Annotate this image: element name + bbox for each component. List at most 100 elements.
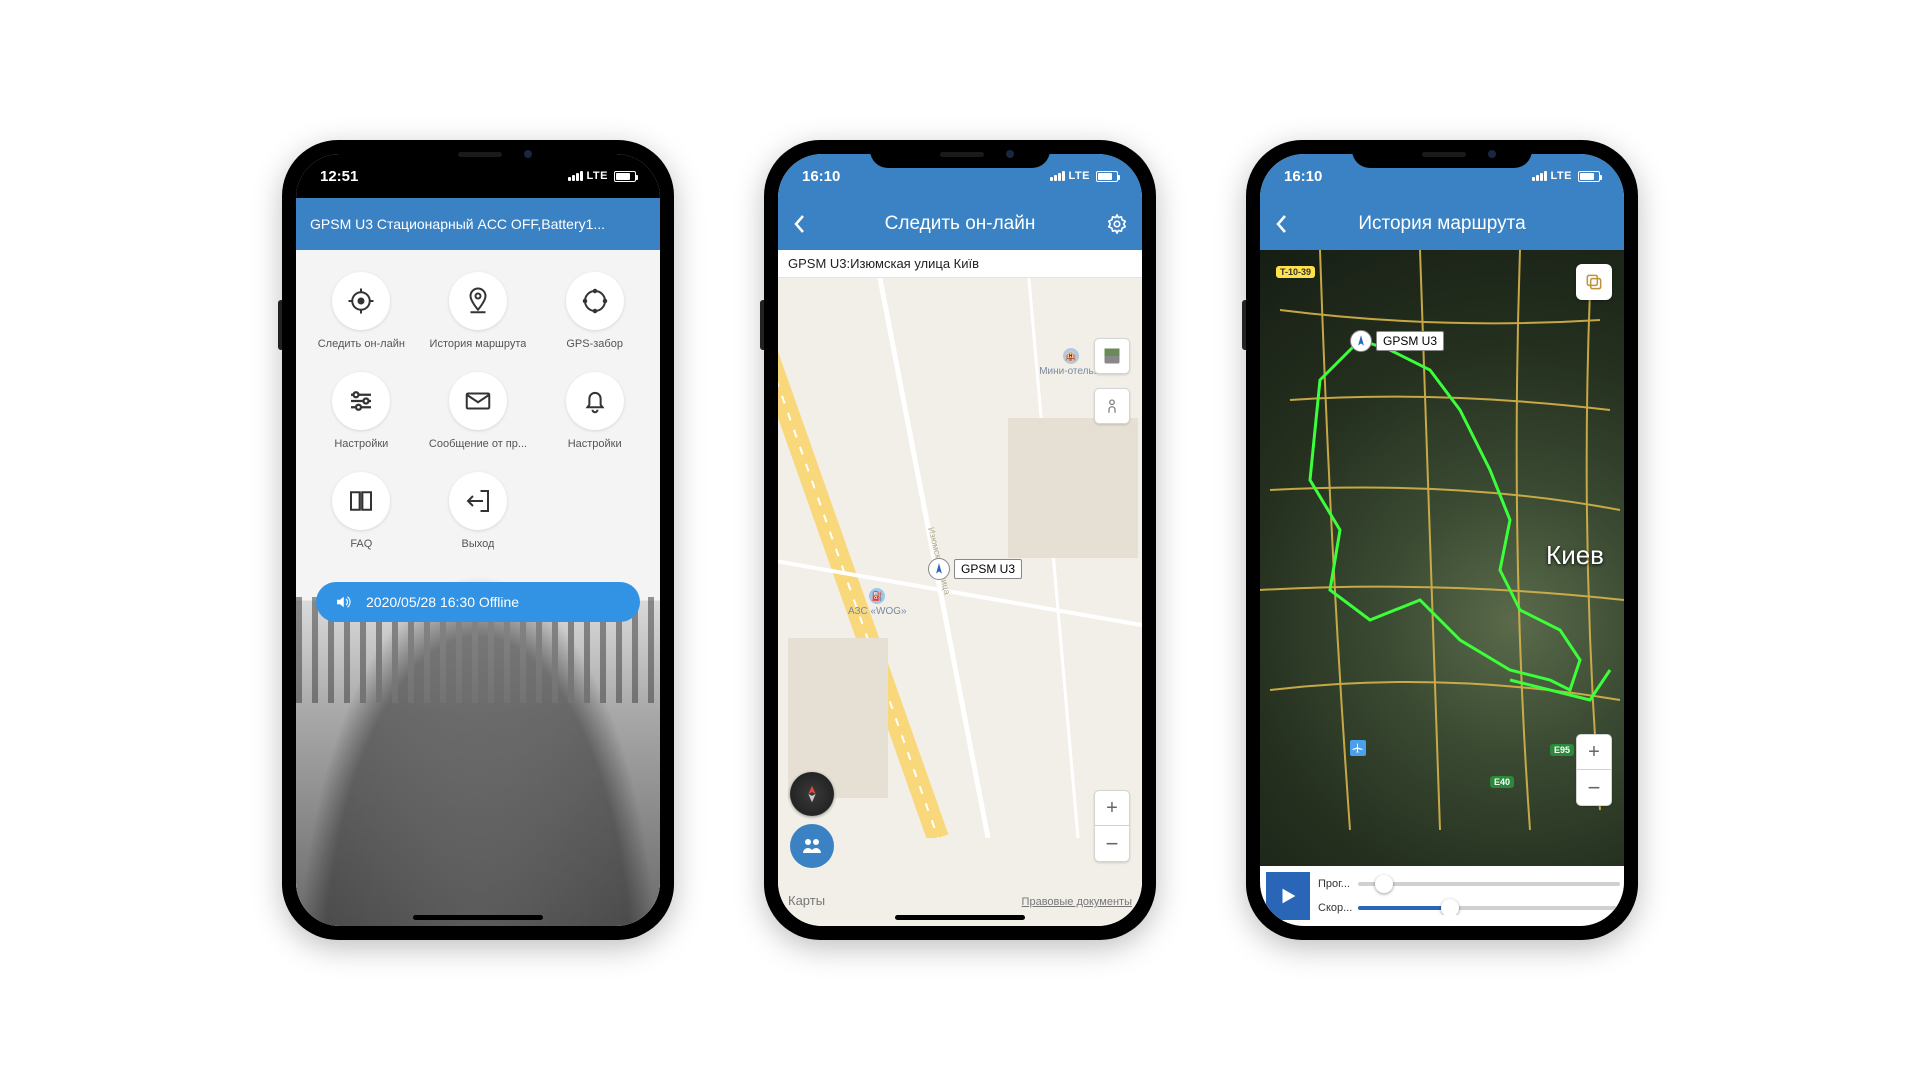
status-time: 12:51	[320, 168, 358, 185]
marker-label: GPSM U3	[1376, 331, 1444, 351]
hotel-pin-icon: 🏨	[1063, 348, 1079, 364]
zoom-out-button[interactable]: −	[1576, 770, 1612, 806]
app-header: Следить он-лайн	[778, 198, 1142, 250]
item-settings[interactable]: Настройки	[306, 372, 417, 450]
notch	[870, 140, 1050, 168]
map-layer-button[interactable]	[1094, 338, 1130, 374]
chevron-left-icon	[792, 214, 806, 234]
item-label: История маршрута	[430, 338, 527, 350]
item-messages[interactable]: Сообщение от пр...	[423, 372, 534, 450]
plus-icon: +	[1106, 797, 1118, 820]
address-bar: GPSM U3:Изюмская улица Київ	[778, 250, 1142, 278]
status-time: 16:10	[802, 168, 840, 185]
battery-icon	[1578, 171, 1600, 182]
minus-icon: −	[1588, 775, 1601, 801]
history-map-view[interactable]: T-10-39 E95 E40 Киев GPSM U3 + −	[1260, 250, 1624, 926]
map-view[interactable]: Изюмская улица 🏨 Мини-отель... ⛽ АЗС «WO…	[778, 278, 1142, 926]
plus-icon: +	[1588, 741, 1600, 764]
gas-pin-icon: ⛽	[869, 588, 885, 604]
status-right: LTE	[1532, 170, 1600, 182]
poi-gas[interactable]: ⛽ АЗС «WOG»	[848, 588, 907, 617]
page-title: История маршрута	[1358, 213, 1525, 235]
zoom-out-button[interactable]: −	[1094, 826, 1130, 862]
status-text: 2020/05/28 16:30 Offline	[366, 594, 519, 610]
route-track	[1310, 340, 1580, 690]
tracker-marker[interactable]: GPSM U3	[1350, 330, 1444, 352]
road-badge-t: T-10-39	[1276, 266, 1315, 278]
signal-icon	[1050, 171, 1065, 181]
phone-frame-dashboard: 12:51 LTE GPSM U3 Стационарный ACC OFF,B…	[282, 140, 674, 940]
home-indicator[interactable]	[413, 915, 543, 920]
status-net: LTE	[1069, 170, 1090, 182]
envelope-icon	[449, 372, 507, 430]
streetview-button[interactable]	[1094, 388, 1130, 424]
battery-icon	[1096, 171, 1118, 182]
back-button[interactable]	[792, 214, 806, 234]
road-badge-e95: E95	[1550, 744, 1574, 756]
header-title: GPSM U3 Стационарный ACC OFF,Battery1...	[310, 216, 605, 232]
bell-icon	[566, 372, 624, 430]
sound-icon	[334, 593, 352, 611]
item-label: Следить он-лайн	[318, 338, 405, 350]
notch	[388, 140, 568, 168]
back-button[interactable]	[1274, 214, 1288, 234]
item-gps-fence[interactable]: GPS-забор	[539, 272, 650, 350]
item-logout[interactable]: Выход	[423, 472, 534, 550]
gear-icon	[1106, 213, 1128, 235]
item-track-online[interactable]: Следить он-лайн	[306, 272, 417, 350]
settings-button[interactable]	[1106, 213, 1128, 235]
phone-frame-history: 16:10 LTE История маршрута	[1246, 140, 1638, 940]
satellite-layer-icon	[1102, 346, 1122, 366]
status-right: LTE	[568, 170, 636, 182]
compass-button[interactable]	[790, 772, 834, 816]
speed-slider[interactable]	[1358, 906, 1620, 910]
home-indicator[interactable]	[895, 915, 1025, 920]
layers-icon	[1584, 272, 1604, 292]
item-route-history[interactable]: История маршрута	[423, 272, 534, 350]
legal-link[interactable]: Правовые документы	[1022, 896, 1132, 908]
speed-row: Скор...	[1318, 902, 1620, 914]
circle-dots-icon	[566, 272, 624, 330]
item-label: Настройки	[568, 438, 622, 450]
screen: 16:10 LTE История маршрута	[1260, 154, 1624, 926]
play-icon	[1277, 885, 1299, 907]
people-icon	[800, 834, 824, 858]
zoom-in-button[interactable]: +	[1576, 734, 1612, 770]
progress-row: Прог...	[1318, 878, 1620, 890]
play-button[interactable]	[1266, 872, 1310, 920]
poi-label: АЗС «WOG»	[848, 606, 907, 617]
maps-attribution: Карты	[788, 893, 825, 908]
page-title: Следить он-лайн	[885, 213, 1036, 235]
layers-button[interactable]	[1576, 264, 1612, 300]
zoom-in-button[interactable]: +	[1094, 790, 1130, 826]
zoom-controls: + −	[1094, 790, 1130, 862]
poi-hotel[interactable]: 🏨 Мини-отель...	[1039, 348, 1102, 377]
app-header: История маршрута	[1260, 198, 1624, 250]
status-pill[interactable]: 2020/05/28 16:30 Offline	[316, 582, 640, 622]
item-alerts[interactable]: Настройки	[539, 372, 650, 450]
status-right: LTE	[1050, 170, 1118, 182]
screen: 16:10 LTE Следить он-лайн GPSM U3:Изюмск…	[778, 154, 1142, 926]
item-label: Выход	[462, 538, 495, 550]
trackers-button[interactable]	[790, 824, 834, 868]
sliders-icon	[332, 372, 390, 430]
speed-label: Скор...	[1318, 902, 1354, 914]
signal-icon	[1532, 171, 1547, 181]
book-icon	[332, 472, 390, 530]
signal-icon	[568, 171, 583, 181]
poi-label: Мини-отель...	[1039, 366, 1102, 377]
arrow-marker-icon	[1350, 330, 1372, 352]
home-indicator[interactable]	[1377, 915, 1507, 920]
app-header: GPSM U3 Стационарный ACC OFF,Battery1...	[296, 198, 660, 250]
progress-slider[interactable]	[1358, 882, 1620, 886]
item-label: Настройки	[334, 438, 388, 450]
city-background: 2020/05/28 16:30 Offline	[296, 572, 660, 926]
item-faq[interactable]: FAQ	[306, 472, 417, 550]
item-label: Сообщение от пр...	[429, 438, 527, 450]
address-text: GPSM U3:Изюмская улица Київ	[788, 256, 979, 271]
notch	[1352, 140, 1532, 168]
tracker-marker[interactable]: GPSM U3	[928, 558, 1022, 580]
streetview-icon	[1103, 397, 1121, 415]
battery-icon	[614, 171, 636, 182]
status-net: LTE	[587, 170, 608, 182]
